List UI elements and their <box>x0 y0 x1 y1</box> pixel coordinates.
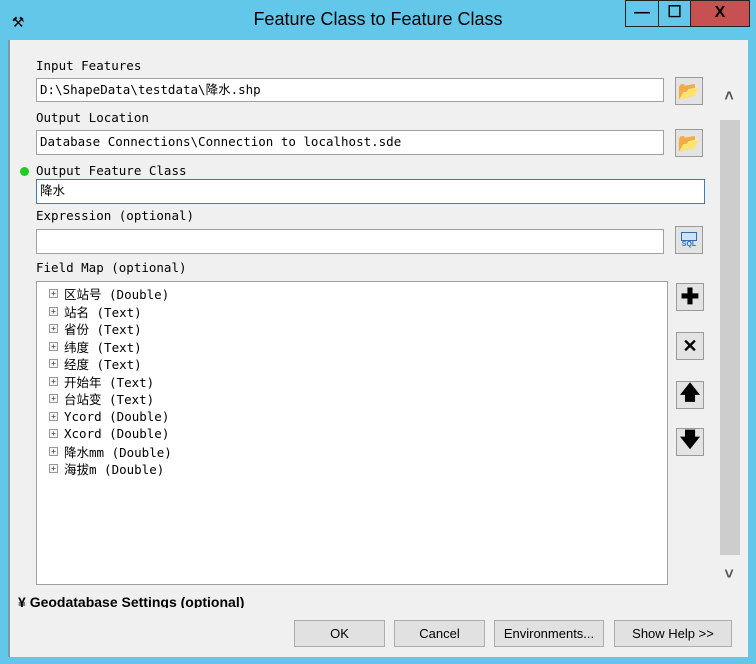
expand-icon[interactable]: + <box>49 306 58 316</box>
field-name: 省份 (Text) <box>64 322 142 338</box>
expression-label: Expression (optional) <box>36 208 195 223</box>
close-button[interactable]: X <box>690 0 750 27</box>
output-feature-class-label: Output Feature Class <box>36 163 187 178</box>
expression-field[interactable] <box>36 229 664 254</box>
folder-icon: 📂 <box>677 80 701 101</box>
field-name: Ycord (Double) <box>64 408 170 424</box>
expand-icon[interactable]: + <box>49 341 58 351</box>
field-name: 开始年 (Text) <box>64 374 155 390</box>
scrollbar-thumb[interactable] <box>720 120 740 555</box>
expand-icon[interactable]: + <box>49 394 58 404</box>
arrow-down-icon: 🡇 <box>679 429 701 451</box>
field-map-item[interactable]: + 降水mm (Double) <box>49 443 667 461</box>
required-indicator-icon <box>20 167 29 176</box>
input-features-label: Input Features <box>36 58 142 73</box>
sql-icon <box>681 232 697 241</box>
field-map-item[interactable]: + 经度 (Text) <box>49 355 667 373</box>
add-field-button[interactable]: ✚ <box>676 283 704 311</box>
browse-output-button[interactable]: 📂 <box>675 129 703 157</box>
hammer-icon: ⚒ <box>12 8 25 32</box>
expand-icon[interactable]: + <box>49 289 58 299</box>
expand-icon[interactable]: + <box>49 446 58 456</box>
expand-icon[interactable]: + <box>49 429 58 439</box>
field-map-item[interactable]: + 开始年 (Text) <box>49 373 667 391</box>
field-map-item[interactable]: + 省份 (Text) <box>49 320 667 338</box>
output-location-field[interactable]: Database Connections\Connection to local… <box>36 130 664 155</box>
sql-icon-label: SQL <box>681 241 697 248</box>
sql-builder-button[interactable]: SQL <box>675 226 703 254</box>
output-location-label: Output Location <box>36 110 149 125</box>
scroll-up-icon[interactable]: ˄ <box>718 88 740 108</box>
folder-icon: 📂 <box>677 132 701 153</box>
field-map-item[interactable]: + Ycord (Double) <box>49 408 667 426</box>
field-name: 站名 (Text) <box>64 304 142 320</box>
plus-icon: ✚ <box>680 284 700 309</box>
field-map-item[interactable]: + 站名 (Text) <box>49 303 667 321</box>
ok-button[interactable]: OK <box>294 620 385 647</box>
field-name: 台站变 (Text) <box>64 392 155 408</box>
input-features-field[interactable]: D:\ShapeData\testdata\降水.shp <box>36 78 664 102</box>
field-name: Xcord (Double) <box>64 426 170 442</box>
move-down-button[interactable]: 🡇 <box>676 428 704 456</box>
maximize-button[interactable]: ☐ <box>658 0 691 27</box>
field-map-item[interactable]: + 台站变 (Text) <box>49 390 667 408</box>
arrow-up-icon: 🡅 <box>679 382 701 404</box>
field-name: 降水mm (Double) <box>64 444 172 460</box>
minimize-button[interactable]: — <box>625 0 659 27</box>
move-up-button[interactable]: 🡅 <box>676 381 704 409</box>
field-name: 海拔m (Double) <box>64 462 165 478</box>
field-map-item[interactable]: + 区站号 (Double) <box>49 285 667 303</box>
geodatabase-settings-toggle[interactable]: ¥ Geodatabase Settings (optional) <box>18 594 418 608</box>
expand-icon[interactable]: + <box>49 359 58 369</box>
browse-input-button[interactable]: 📂 <box>675 77 703 105</box>
expand-icon[interactable]: + <box>49 376 58 386</box>
field-map-item[interactable]: + Xcord (Double) <box>49 425 667 443</box>
expand-icon[interactable]: + <box>49 411 58 421</box>
expand-icon: ¥ <box>18 594 30 608</box>
expand-icon[interactable]: + <box>49 324 58 334</box>
remove-field-button[interactable]: ✕ <box>676 332 704 360</box>
field-map-item[interactable]: + 海拔m (Double) <box>49 460 667 478</box>
environments-button[interactable]: Environments... <box>494 620 604 647</box>
field-name: 区站号 (Double) <box>64 287 170 303</box>
geodatabase-settings-label: Geodatabase Settings (optional) <box>29 594 245 608</box>
field-map-list[interactable]: + 区站号 (Double) + 站名 (Text) + 省份 (Text) + 纬度 (Te… <box>36 281 668 585</box>
field-name: 纬度 (Text) <box>64 339 142 355</box>
scroll-down-icon[interactable]: ˅ <box>718 566 740 586</box>
cancel-button[interactable]: Cancel <box>394 620 485 647</box>
delete-icon: ✕ <box>682 335 698 356</box>
field-map-item[interactable]: + 纬度 (Text) <box>49 338 667 356</box>
output-feature-class-field[interactable]: 降水 <box>36 179 705 204</box>
field-name: 经度 (Text) <box>64 357 142 373</box>
field-map-label: Field Map (optional) <box>36 260 187 275</box>
show-help-button[interactable]: Show Help >> <box>614 620 732 647</box>
expand-icon[interactable]: + <box>49 464 58 474</box>
